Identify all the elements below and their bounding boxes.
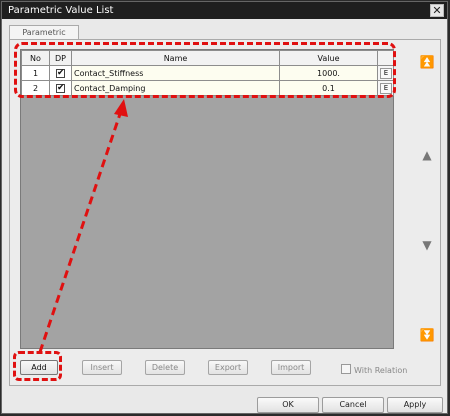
dp-checkbox[interactable]: ✔ (56, 83, 65, 93)
insert-button[interactable]: Insert (82, 360, 122, 375)
dp-cell: ✔ (49, 65, 72, 81)
expression-button[interactable]: E (380, 82, 392, 94)
move-down-icon[interactable]: ▼ (418, 238, 436, 252)
title-bar: Parametric Value List ✕ (2, 2, 447, 19)
column-header-dp[interactable]: DP (49, 50, 72, 66)
import-button[interactable]: Import (271, 360, 311, 375)
row-number: 2 (21, 80, 50, 96)
value-cell[interactable]: 0.1 (279, 80, 378, 96)
expression-cell: E (377, 80, 394, 96)
move-to-bottom-icon[interactable]: ⏬ (418, 328, 436, 342)
column-header-name[interactable]: Name (71, 50, 280, 66)
cancel-button[interactable]: Cancel (322, 397, 384, 413)
move-up-icon[interactable]: ▲ (418, 148, 436, 162)
expression-button[interactable]: E (380, 67, 392, 79)
row-number: 1 (21, 65, 50, 81)
dp-cell: ✔ (49, 80, 72, 96)
dialog-window: Parametric Value List ✕ Parametric Value… (1, 1, 448, 414)
move-to-top-icon[interactable]: ⏫ (418, 55, 436, 69)
window-title: Parametric Value List (8, 5, 114, 16)
name-cell[interactable]: Contact_Damping (71, 80, 280, 96)
value-grid[interactable]: No DP Name Value 1 ✔ Contact_Stiffness 1… (20, 49, 394, 349)
with-relation-checkbox[interactable] (341, 364, 351, 374)
tab-panel: No DP Name Value 1 ✔ Contact_Stiffness 1… (9, 39, 441, 386)
close-button[interactable]: ✕ (430, 4, 444, 17)
with-relation-option[interactable]: With Relation (341, 364, 407, 376)
parametric-value-table: No DP Name Value 1 ✔ Contact_Stiffness 1… (21, 50, 394, 96)
column-header-e (377, 50, 394, 66)
tab-parametric-values[interactable]: Parametric Values (9, 25, 79, 50)
column-header-no[interactable]: No (21, 50, 50, 66)
table-row[interactable]: 1 ✔ Contact_Stiffness 1000. E (21, 65, 394, 81)
export-button[interactable]: Export (208, 360, 248, 375)
delete-button[interactable]: Delete (145, 360, 185, 375)
column-header-value[interactable]: Value (279, 50, 378, 66)
dp-checkbox[interactable]: ✔ (56, 68, 65, 78)
value-cell[interactable]: 1000. (279, 65, 378, 81)
expression-cell: E (377, 65, 394, 81)
apply-button[interactable]: Apply (387, 397, 443, 413)
ok-button[interactable]: OK (257, 397, 319, 413)
name-cell[interactable]: Contact_Stiffness (71, 65, 280, 81)
with-relation-label: With Relation (354, 366, 408, 375)
add-button[interactable]: Add (20, 360, 58, 375)
table-row[interactable]: 2 ✔ Contact_Damping 0.1 E (21, 80, 394, 96)
table-header-row: No DP Name Value (21, 50, 394, 66)
